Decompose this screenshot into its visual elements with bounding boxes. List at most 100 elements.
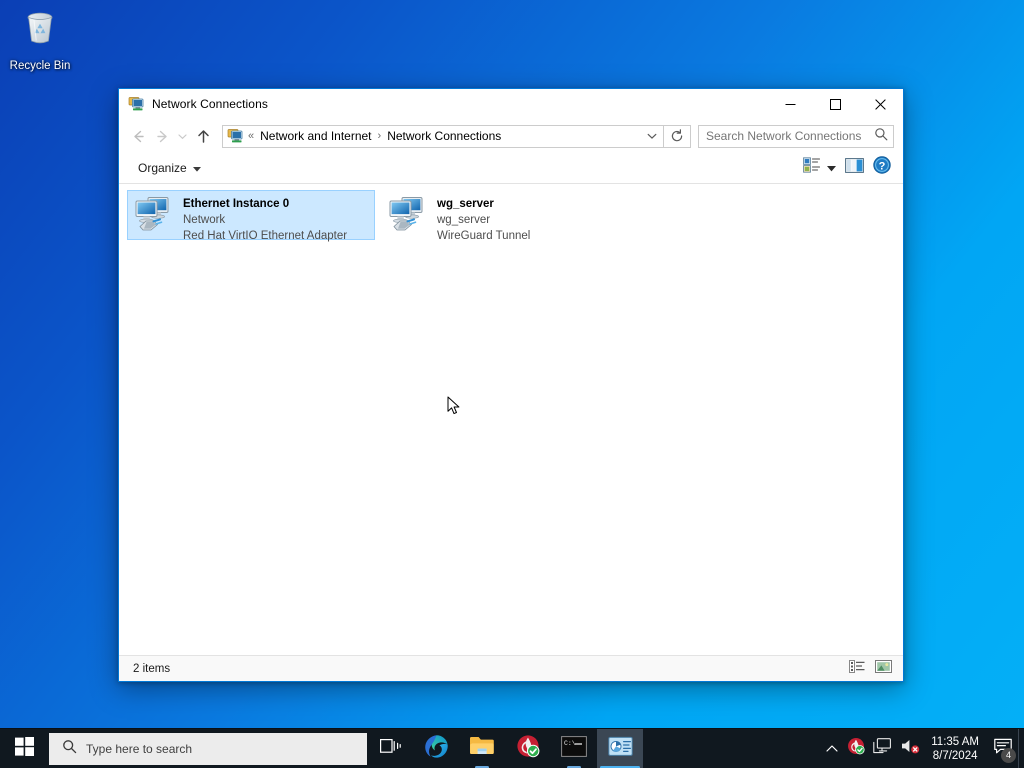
caret-down-icon bbox=[826, 159, 836, 177]
desktop-icon-recycle-bin[interactable]: Recycle Bin bbox=[6, 6, 74, 74]
preview-pane-icon bbox=[844, 157, 864, 178]
shield-check-icon bbox=[847, 737, 865, 760]
view-toggle-group[interactable] bbox=[845, 659, 895, 679]
refresh-icon bbox=[671, 129, 683, 142]
minimize-button[interactable] bbox=[768, 89, 813, 120]
back-button[interactable] bbox=[126, 124, 150, 148]
forward-arrow-icon bbox=[156, 130, 167, 142]
maximize-button[interactable] bbox=[813, 89, 858, 120]
large-icons-view-icon bbox=[874, 659, 892, 678]
connections-list[interactable]: Ethernet Instance 0 Network Red Hat Virt… bbox=[119, 184, 903, 655]
taskbar-button-command-prompt[interactable]: C:\ bbox=[551, 729, 597, 768]
network-adapter-icon bbox=[387, 195, 431, 235]
breadcrumb-separator[interactable]: › bbox=[376, 130, 384, 142]
up-arrow-icon bbox=[197, 129, 209, 143]
change-view-dropdown[interactable] bbox=[823, 156, 839, 180]
window-controls bbox=[768, 89, 903, 120]
network-connections-icon bbox=[227, 128, 243, 144]
search-icon[interactable] bbox=[874, 127, 888, 146]
organize-button[interactable]: Organize bbox=[131, 158, 208, 178]
breadcrumb-network-connections[interactable]: Network Connections bbox=[383, 127, 505, 145]
breadcrumb-overflow[interactable]: « bbox=[246, 130, 256, 142]
taskbar-button-file-explorer[interactable] bbox=[459, 729, 505, 768]
tray-icon-volume[interactable] bbox=[896, 729, 924, 768]
speaker-muted-icon bbox=[901, 738, 920, 759]
forward-button[interactable] bbox=[150, 124, 174, 148]
chevron-down-icon bbox=[647, 133, 657, 139]
tray-icon-antivirus[interactable] bbox=[844, 729, 868, 768]
taskbar-button-network-connections[interactable] bbox=[597, 728, 643, 768]
monitor-network-icon bbox=[873, 738, 892, 759]
network-connections-icon bbox=[607, 736, 633, 762]
folder-icon bbox=[469, 735, 495, 762]
notification-center-button[interactable]: 4 bbox=[988, 729, 1018, 768]
connection-status: wg_server bbox=[437, 214, 491, 226]
back-arrow-icon bbox=[133, 130, 144, 142]
taskbar-search-box[interactable]: Type here to search bbox=[49, 732, 367, 765]
svg-text:C:\: C:\ bbox=[564, 740, 576, 747]
window-titlebar[interactable]: Network Connections bbox=[119, 89, 903, 120]
show-desktop-button[interactable] bbox=[1018, 728, 1024, 768]
close-button[interactable] bbox=[858, 89, 903, 120]
desktop-icon-label: Recycle Bin bbox=[9, 60, 71, 72]
status-bar: 2 items bbox=[119, 655, 903, 681]
search-input[interactable] bbox=[706, 129, 874, 143]
shield-check-icon bbox=[516, 734, 540, 763]
connection-status: Network bbox=[183, 214, 226, 226]
search-icon bbox=[62, 739, 77, 759]
clock-time: 11:35 AM bbox=[931, 735, 979, 748]
search-box[interactable] bbox=[698, 124, 894, 148]
network-connections-window[interactable]: Network Connections « Network and Intern… bbox=[118, 88, 904, 682]
network-connections-icon bbox=[128, 96, 144, 112]
taskbar-search-placeholder: Type here to search bbox=[86, 741, 193, 756]
window-title: Network Connections bbox=[152, 97, 268, 111]
recent-locations-button[interactable] bbox=[174, 124, 190, 148]
task-view-icon bbox=[379, 737, 401, 760]
connection-item-ethernet-instance-0[interactable]: Ethernet Instance 0 Network Red Hat Virt… bbox=[127, 190, 375, 242]
chevron-up-icon bbox=[826, 740, 838, 758]
connection-device: WireGuard Tunnel bbox=[437, 230, 531, 242]
connection-name: Ethernet Instance 0 bbox=[183, 198, 290, 210]
up-button[interactable] bbox=[190, 124, 216, 148]
preview-pane-button[interactable] bbox=[839, 156, 869, 180]
desktop[interactable]: Recycle Bin Network Connections « Networ… bbox=[0, 0, 1024, 728]
show-hidden-icons-button[interactable] bbox=[820, 729, 844, 768]
taskbar-button-microsoft-edge[interactable] bbox=[413, 729, 459, 768]
details-view-button[interactable] bbox=[845, 659, 869, 679]
edge-icon bbox=[424, 734, 449, 764]
taskbar[interactable]: Type here to search C:\ 11:35 AM 8/7/202… bbox=[0, 728, 1024, 768]
notification-badge: 4 bbox=[1001, 747, 1016, 763]
item-count: 2 items bbox=[133, 662, 171, 675]
change-view-button[interactable] bbox=[798, 156, 823, 180]
connection-text: Ethernet Instance 0 Network Red Hat Virt… bbox=[183, 195, 347, 244]
details-view-icon bbox=[849, 659, 865, 678]
chevron-down-icon bbox=[177, 133, 187, 139]
breadcrumb[interactable]: « Network and Internet › Network Connect… bbox=[246, 127, 641, 145]
address-toolbar[interactable]: « Network and Internet › Network Connect… bbox=[119, 120, 903, 152]
organize-label: Organize bbox=[138, 160, 187, 175]
connection-name: wg_server bbox=[437, 198, 494, 210]
clock-date: 8/7/2024 bbox=[932, 749, 978, 762]
taskbar-button-antivirus[interactable] bbox=[505, 729, 551, 768]
address-dropdown-button[interactable] bbox=[641, 126, 663, 147]
connection-item-wg-server[interactable]: wg_server wg_server WireGuard Tunnel bbox=[381, 190, 629, 242]
windows-logo-icon bbox=[14, 736, 34, 761]
tray-icon-network[interactable] bbox=[868, 729, 896, 768]
large-icons-view-button[interactable] bbox=[871, 659, 895, 679]
start-button[interactable] bbox=[0, 729, 48, 768]
command-bar[interactable]: Organize ? bbox=[119, 152, 903, 184]
refresh-button[interactable] bbox=[664, 124, 691, 148]
recycle-bin-icon bbox=[6, 6, 74, 53]
connection-text: wg_server wg_server WireGuard Tunnel bbox=[437, 195, 530, 244]
system-tray[interactable]: 11:35 AM 8/7/2024 4 bbox=[820, 728, 1024, 768]
help-icon: ? bbox=[873, 156, 891, 179]
network-adapter-icon bbox=[133, 195, 177, 235]
console-icon: C:\ bbox=[561, 735, 587, 762]
breadcrumb-network-and-internet[interactable]: Network and Internet bbox=[256, 127, 375, 145]
taskbar-button-task-view[interactable] bbox=[367, 729, 413, 768]
caret-down-icon bbox=[192, 161, 201, 175]
clock[interactable]: 11:35 AM 8/7/2024 bbox=[924, 729, 988, 768]
address-bar[interactable]: « Network and Internet › Network Connect… bbox=[222, 124, 664, 148]
help-button[interactable]: ? bbox=[869, 156, 895, 180]
svg-text:?: ? bbox=[879, 160, 886, 172]
